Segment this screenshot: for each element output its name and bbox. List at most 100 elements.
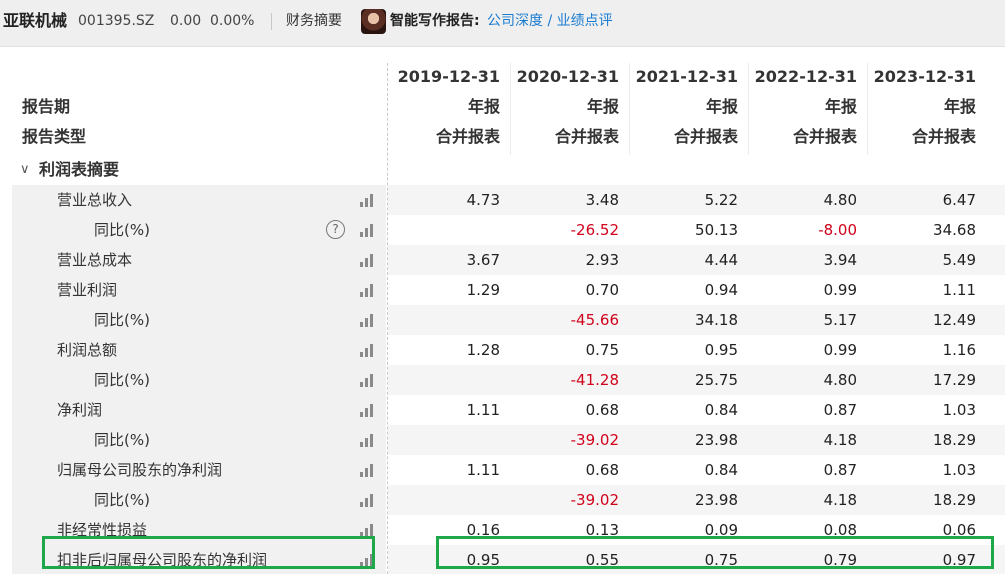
header-divider xyxy=(271,13,272,30)
bar-chart-icon[interactable] xyxy=(360,254,376,267)
table-row[interactable]: 净利润 1.11 0.68 0.84 0.87 1.03 xyxy=(12,395,1005,425)
column-header-type: 合并报表 xyxy=(554,127,619,146)
stock-price: 0.00 xyxy=(170,13,202,29)
bar-chart-icon[interactable] xyxy=(360,314,376,327)
chevron-down-icon[interactable]: ∨ xyxy=(20,160,30,180)
column-header: 2023-12-31 年报 合并报表 xyxy=(867,63,986,155)
bar-chart-icon[interactable] xyxy=(360,494,376,507)
value-cell: 5.49 xyxy=(942,251,976,269)
financial-summary-tab[interactable]: 财务摘要 xyxy=(286,11,342,31)
column-header-type: 合并报表 xyxy=(911,127,976,146)
value-cell: 0.70 xyxy=(585,281,619,299)
bar-chart-icon[interactable] xyxy=(360,224,376,237)
column-header-type: 合并报表 xyxy=(673,127,738,146)
report-type-label: 报告类型 xyxy=(22,127,87,146)
column-header-date: 2019-12-31 xyxy=(397,67,500,86)
value-cell: -45.66 xyxy=(570,311,619,329)
value-cell: 17.29 xyxy=(933,371,976,389)
column-header-period: 年报 xyxy=(705,97,738,116)
bar-chart-icon[interactable] xyxy=(360,344,376,357)
value-cell: 5.17 xyxy=(823,311,857,329)
table-row[interactable]: 同比(%) -39.02 23.98 4.18 18.29 xyxy=(12,425,1005,455)
value-cell: 3.48 xyxy=(585,191,619,209)
price-change-pct: 0.00% xyxy=(210,13,255,29)
bar-chart-icon[interactable] xyxy=(360,434,376,447)
value-cell: 18.29 xyxy=(933,431,976,449)
financial-table: 报告期 报告类型 2019-12-31 年报 合并报表 2020-12-31 年报 合并报… xyxy=(12,63,1005,574)
bar-chart-icon[interactable] xyxy=(360,404,376,417)
ai-avatar-icon xyxy=(361,9,386,34)
value-cell: 12.49 xyxy=(933,311,976,329)
column-header-period: 年报 xyxy=(586,97,619,116)
column-divider xyxy=(387,63,388,574)
row-label: 同比(%) xyxy=(94,371,150,389)
value-cell: 0.68 xyxy=(585,401,619,419)
value-cell: 4.18 xyxy=(823,431,857,449)
value-cell: 3.67 xyxy=(466,251,500,269)
company-name[interactable]: 亚联机械 xyxy=(3,11,67,31)
column-separator xyxy=(510,63,511,155)
bar-chart-icon[interactable] xyxy=(360,284,376,297)
value-cell: 23.98 xyxy=(695,491,738,509)
value-cell: 0.95 xyxy=(704,341,738,359)
value-cell: 5.22 xyxy=(704,191,738,209)
ai-report-link[interactable]: 公司深度 / 业绩点评 xyxy=(487,11,613,31)
value-cell: 0.94 xyxy=(704,281,738,299)
section-income-summary[interactable]: ∨ 利润表摘要 xyxy=(12,155,1005,185)
value-cell: 3.94 xyxy=(823,251,857,269)
column-header-date: 2020-12-31 xyxy=(516,67,619,86)
stock-code: 001395.SZ xyxy=(78,13,155,29)
highlight-box-label xyxy=(42,536,375,569)
row-label: 营业总收入 xyxy=(57,191,133,209)
value-cell: 1.03 xyxy=(942,401,976,419)
row-label: 归属母公司股东的净利润 xyxy=(57,461,223,479)
value-cell: 18.29 xyxy=(933,491,976,509)
table-row[interactable]: 营业总收入 4.73 3.48 5.22 4.80 6.47 xyxy=(12,185,1005,215)
bar-chart-icon[interactable] xyxy=(360,194,376,207)
column-header-period: 年报 xyxy=(943,97,976,116)
value-cell: 50.13 xyxy=(695,221,738,239)
value-cell: 34.68 xyxy=(933,221,976,239)
period-label: 报告期 xyxy=(22,97,71,116)
value-cell: 34.18 xyxy=(695,311,738,329)
bar-chart-icon[interactable] xyxy=(360,374,376,387)
column-header: 2019-12-31 年报 合并报表 xyxy=(391,63,510,155)
value-cell: -41.28 xyxy=(570,371,619,389)
value-cell: 4.44 xyxy=(704,251,738,269)
row-label: 营业利润 xyxy=(57,281,118,299)
column-header: 2020-12-31 年报合并报表 xyxy=(510,63,629,155)
row-label: 同比(%) xyxy=(94,431,150,449)
top-bar: 亚联机械 001395.SZ 0.00 0.00% 财务摘要 智能写作报告: 公… xyxy=(0,0,1005,47)
table-row[interactable]: 利润总额 1.28 0.75 0.95 0.99 1.16 xyxy=(12,335,1005,365)
table-row[interactable]: 同比(%)? -26.52 50.13 -8.00 34.68 xyxy=(12,215,1005,245)
help-icon[interactable]: ? xyxy=(326,220,345,239)
value-cell: 23.98 xyxy=(695,431,738,449)
value-cell: -8.00 xyxy=(818,221,857,239)
value-cell: 1.11 xyxy=(466,401,500,419)
table-row[interactable]: 同比(%) -41.28 25.75 4.80 17.29 xyxy=(12,365,1005,395)
table-row[interactable]: 归属母公司股东的净利润 1.11 0.68 0.84 0.87 1.03 xyxy=(12,455,1005,485)
table-row[interactable]: 同比(%) -39.02 23.98 4.18 18.29 xyxy=(12,485,1005,515)
row-label: 同比(%) xyxy=(94,491,150,509)
value-cell: 0.87 xyxy=(823,401,857,419)
value-cell: 1.11 xyxy=(942,281,976,299)
value-cell: 0.75 xyxy=(585,341,619,359)
column-header: 2021-12-31 年报 合并报表 xyxy=(629,63,748,155)
value-cell: 25.75 xyxy=(695,371,738,389)
value-cell: 0.68 xyxy=(585,461,619,479)
table-row[interactable]: 同比(%) -45.66 34.18 5.17 12.49 xyxy=(12,305,1005,335)
highlight-box-values xyxy=(436,536,994,569)
table-row[interactable]: 营业总成本 3.67 2.93 4.44 3.94 5.49 xyxy=(12,245,1005,275)
bar-chart-icon[interactable] xyxy=(360,464,376,477)
value-cell: -39.02 xyxy=(570,491,619,509)
value-cell: 0.99 xyxy=(823,341,857,359)
section-title: 利润表摘要 xyxy=(39,160,120,179)
row-label: 营业总成本 xyxy=(57,251,133,269)
row-label: 利润总额 xyxy=(57,341,118,359)
value-cell: 1.16 xyxy=(942,341,976,359)
value-cell: 0.84 xyxy=(704,401,738,419)
table-row[interactable]: 营业利润 1.29 0.70 0.94 0.99 1.11 xyxy=(12,275,1005,305)
value-cell: 4.18 xyxy=(823,491,857,509)
value-cell: -39.02 xyxy=(570,431,619,449)
value-cell: 1.03 xyxy=(942,461,976,479)
